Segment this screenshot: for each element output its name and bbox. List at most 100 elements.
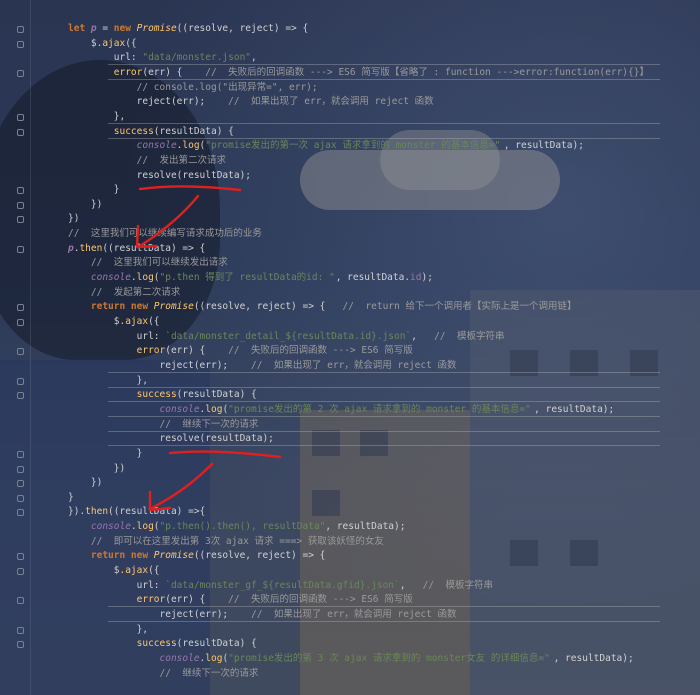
code-token: Promise xyxy=(136,23,177,34)
code-token: ((resultData) => { xyxy=(102,242,206,254)
code-line[interactable]: // 继续下一次的请求 xyxy=(0,418,700,432)
code-line[interactable]: resolve(resultData); xyxy=(0,169,700,183)
code-line[interactable]: }) xyxy=(0,198,700,212)
code-line[interactable]: success (resultData) { xyxy=(0,125,700,139)
code-token: "promise发出的第 3 次 ajax 请求拿到的 monster女友 的详… xyxy=(228,652,550,664)
code-line[interactable]: url: `data/monster_gf_${resultData.gfid}… xyxy=(0,579,700,593)
code-line[interactable]: } xyxy=(0,183,700,197)
code-line[interactable]: url: `data/monster_detail_${resultData.i… xyxy=(0,330,700,344)
code-line[interactable]: reject(err); // 如果出现了 err，就会调用 reject 函数 xyxy=(0,95,700,109)
code-line[interactable]: resolve(resultData); xyxy=(0,432,700,446)
code-line[interactable]: // 这里我们可以继续编写请求成功后的业务 xyxy=(0,227,700,241)
code-token: resolve(resultData); xyxy=(68,433,274,445)
code-line[interactable]: return new Promise ((resolve, reject) => … xyxy=(0,300,700,314)
code-line[interactable]: error (err) { // 失败后的回调函数 ---> ES6 简写版 xyxy=(0,344,700,358)
code-line[interactable]: error (err) { // 失败后的回调函数 ---> ES6 简写版【省略… xyxy=(0,66,700,80)
code-token: ); xyxy=(421,272,433,284)
code-editor[interactable]: let p = new Promise ((resolve, reject) =>… xyxy=(0,0,700,695)
code-token: ((resolve, reject) => { xyxy=(176,23,309,34)
code-token: success xyxy=(68,125,154,137)
code-line[interactable]: }) xyxy=(0,462,700,476)
code-line[interactable]: reject(err); // 如果出现了 err，就会调用 reject 函数 xyxy=(0,359,700,373)
code-line[interactable]: // console.log("出现异常=", err); xyxy=(0,81,700,95)
code-line[interactable]: // 即可以在这里发出第 3次 ajax 请求 ===> 获取该妖怪的女友 xyxy=(0,535,700,549)
code-token: , resultData); xyxy=(534,403,615,415)
code-token: (resultData) { xyxy=(153,125,234,137)
code-line[interactable]: url: "data/monster.json", xyxy=(0,51,700,65)
code-token: console xyxy=(136,140,177,152)
code-line[interactable]: // 这里我们可以继续发出请求 xyxy=(0,256,700,270)
code-line[interactable]: success (resultData) { xyxy=(0,388,700,402)
code-token: $ xyxy=(68,37,97,49)
code-line[interactable]: }). then ((resultData) =>{ xyxy=(0,505,700,519)
code-token: ({ xyxy=(148,316,160,327)
code-token: error xyxy=(68,594,166,606)
code-token: // 发出第二次请求 xyxy=(136,154,227,166)
code-token: console xyxy=(159,652,200,664)
code-token: // return 给下一个调用者【实际上是一个调用链】 xyxy=(342,301,577,313)
code-token: (err) { xyxy=(142,66,206,78)
code-line[interactable]: error (err) { // 失败后的回调函数 ---> ES6 简写版 xyxy=(0,593,700,607)
code-token: // 如果出现了 err，就会调用 reject 函数 xyxy=(251,359,457,371)
code-line[interactable]: } xyxy=(0,491,700,505)
code-token: log xyxy=(205,652,223,664)
code-token: , xyxy=(251,52,257,64)
code-line[interactable]: } xyxy=(0,447,700,461)
code-line[interactable]: p. then ((resultData) => { xyxy=(0,242,700,256)
code-token: reject(err); xyxy=(68,359,252,371)
code-token: // 继续下一次的请求 xyxy=(159,667,259,679)
code-line[interactable]: // 发出第二次请求 xyxy=(0,154,700,168)
code-line[interactable]: console. log("promise发出的第一次 ajax 请求拿到的 mo… xyxy=(0,139,700,153)
code-token: // 这里我们可以继续发出请求 xyxy=(90,257,228,269)
code-token: console xyxy=(90,521,131,533)
code-token: "promise发出的第 2 次 ajax 请求拿到的 monster 的基本信… xyxy=(228,403,531,415)
code-token: url: xyxy=(68,52,143,64)
code-line[interactable]: reject(err); // 如果出现了 err，就会调用 reject 函数 xyxy=(0,608,700,622)
code-token: reject(err); xyxy=(68,609,252,620)
code-line[interactable]: $ .ajax({ xyxy=(0,37,700,51)
code-token: } xyxy=(68,447,143,459)
code-line[interactable]: }, xyxy=(0,623,700,637)
code-token: // 如果出现了 err，就会调用 reject 函数 xyxy=(251,609,457,620)
code-line[interactable]: $ .ajax({ xyxy=(0,564,700,578)
code-token: $ xyxy=(68,565,120,577)
code-token: // 失败后的回调函数 ---> ES6 简写版 xyxy=(228,594,413,606)
code-line[interactable]: console. log("promise发出的第 3 次 ajax 请求拿到的 … xyxy=(0,652,700,666)
code-token: , xyxy=(411,330,435,342)
code-line[interactable]: console. log("promise发出的第 2 次 ajax 请求拿到的 … xyxy=(0,403,700,417)
code-token: error xyxy=(68,66,143,78)
code-token: "p.then().then(), resultData" xyxy=(159,521,326,533)
code-token: log xyxy=(182,140,200,152)
code-token: success xyxy=(68,638,177,650)
code-token: = xyxy=(96,23,114,34)
code-token: "promise发出的第一次 ajax 请求拿到的 monster 的基本信息=… xyxy=(205,140,501,152)
code-line[interactable]: }, xyxy=(0,374,700,388)
code-line[interactable]: // 发起第二次请求 xyxy=(0,286,700,300)
code-token: "p.then 得到了 resultData的id: " xyxy=(159,272,335,284)
code-token: }) xyxy=(68,213,80,225)
code-token: return new xyxy=(90,301,154,313)
code-line[interactable]: }, xyxy=(0,110,700,124)
code-token: Promise xyxy=(153,301,194,313)
code-line[interactable]: return new Promise ((resolve, reject) => … xyxy=(0,549,700,563)
code-token: // 即可以在这里发出第 3次 ajax 请求 ===> 获取该妖怪的女友 xyxy=(90,535,384,547)
code-token: , resultData. xyxy=(335,272,411,284)
code-line[interactable]: console. log("p.then().then(), resultData… xyxy=(0,520,700,534)
code-line[interactable]: $ .ajax({ xyxy=(0,315,700,329)
code-line[interactable]: let p = new Promise ((resolve, reject) =>… xyxy=(0,22,700,36)
code-line[interactable]: // 继续下一次的请求 xyxy=(0,667,700,681)
code-line[interactable]: }) xyxy=(0,476,700,490)
code-line[interactable]: }) xyxy=(0,212,700,226)
code-token: ({ xyxy=(125,37,137,49)
code-token: log xyxy=(136,521,154,533)
code-token: }) xyxy=(68,198,103,210)
code-line[interactable]: success (resultData) { xyxy=(0,637,700,651)
code-token: Promise xyxy=(153,550,194,562)
code-token: $ xyxy=(68,316,120,327)
code-line[interactable]: console. log("p.then 得到了 resultData的id: "… xyxy=(0,271,700,285)
